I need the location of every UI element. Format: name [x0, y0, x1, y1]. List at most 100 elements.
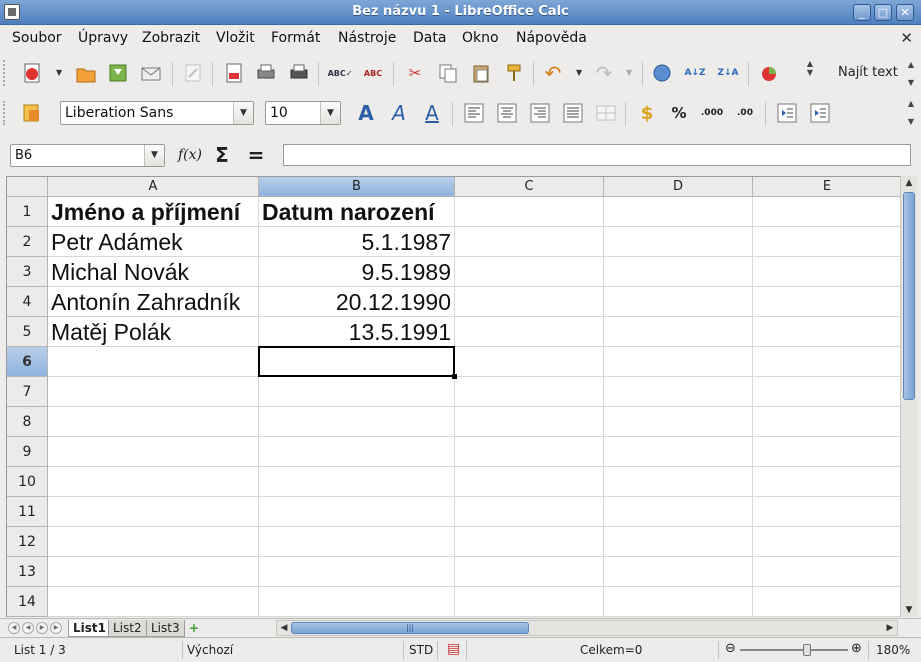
cell-c8[interactable] — [455, 407, 604, 437]
cell-e1[interactable] — [753, 197, 900, 227]
undo-icon[interactable]: ↶ — [541, 61, 565, 85]
cell-b8[interactable] — [259, 407, 455, 437]
paste-icon[interactable] — [469, 61, 493, 85]
cell-d4[interactable] — [604, 287, 753, 317]
prev-sheet-icon[interactable]: ◀ — [22, 622, 34, 634]
toolbar-overflow-icon[interactable]: ▲ ▼ — [804, 59, 816, 77]
cell-a8[interactable] — [48, 407, 259, 437]
print-preview-icon[interactable] — [287, 61, 311, 85]
cell-b5[interactable]: 13.5.1991 — [259, 317, 455, 347]
cell-a6[interactable] — [48, 347, 259, 377]
cell-a12[interactable] — [48, 527, 259, 557]
align-left-icon[interactable] — [462, 101, 486, 125]
undo-dropdown-icon[interactable]: ▼ — [576, 68, 582, 77]
menu-data[interactable]: Data — [413, 30, 446, 46]
cell-a1[interactable]: Jméno a příjmení — [48, 197, 259, 227]
cell-c10[interactable] — [455, 467, 604, 497]
italic-icon[interactable]: A — [387, 101, 411, 125]
row-header-12[interactable]: 12 — [7, 527, 48, 557]
row-header-5[interactable]: 5 — [7, 317, 48, 347]
copy-icon[interactable] — [436, 61, 460, 85]
cut-icon[interactable]: ✂ — [403, 61, 427, 85]
cell-c11[interactable] — [455, 497, 604, 527]
autospellcheck-icon[interactable]: ABC — [361, 61, 385, 85]
sort-descending-icon[interactable]: Z↓A — [716, 61, 740, 85]
cell-c2[interactable] — [455, 227, 604, 257]
cell-e5[interactable] — [753, 317, 900, 347]
row-header-11[interactable]: 11 — [7, 497, 48, 527]
chevron-down-icon[interactable]: ▼ — [233, 102, 253, 124]
cell-a14[interactable] — [48, 587, 259, 617]
cell-b14[interactable] — [259, 587, 455, 617]
row-header-6[interactable]: 6 — [7, 347, 48, 377]
minimize-button[interactable]: _ — [853, 4, 871, 21]
redo-dropdown-icon[interactable]: ▼ — [626, 68, 632, 77]
cell-e9[interactable] — [753, 437, 900, 467]
cell-c13[interactable] — [455, 557, 604, 587]
cell-e8[interactable] — [753, 407, 900, 437]
cell-a9[interactable] — [48, 437, 259, 467]
cell-d13[interactable] — [604, 557, 753, 587]
open-icon[interactable] — [74, 61, 98, 85]
column-header-c[interactable]: C — [455, 177, 604, 197]
menu-format[interactable]: Formát — [271, 30, 320, 46]
cell-d14[interactable] — [604, 587, 753, 617]
cell-d12[interactable] — [604, 527, 753, 557]
cell-d5[interactable] — [604, 317, 753, 347]
cell-b4[interactable]: 20.12.1990 — [259, 287, 455, 317]
zoom-in-icon[interactable]: ⊕ — [851, 641, 862, 656]
menu-nastroje[interactable]: Nástroje — [338, 30, 396, 46]
toolbar-scroll-icon[interactable]: ▲ ▼ — [905, 99, 917, 126]
font-name-combo[interactable]: Liberation Sans ▼ — [60, 101, 254, 125]
edit-file-icon[interactable] — [181, 61, 205, 85]
formula-input[interactable] — [283, 144, 911, 166]
row-header-1[interactable]: 1 — [7, 197, 48, 227]
increase-indent-icon[interactable] — [808, 101, 832, 125]
cell-e13[interactable] — [753, 557, 900, 587]
zoom-level[interactable]: 180% — [876, 643, 910, 657]
row-header-9[interactable]: 9 — [7, 437, 48, 467]
column-header-b[interactable]: B — [259, 177, 455, 197]
cell-d3[interactable] — [604, 257, 753, 287]
scroll-down-icon[interactable]: ▼ — [902, 603, 916, 617]
toolbar-grip[interactable] — [3, 60, 11, 86]
sum-icon[interactable]: Σ — [210, 143, 234, 167]
cell-e10[interactable] — [753, 467, 900, 497]
cell-c12[interactable] — [455, 527, 604, 557]
cell-d9[interactable] — [604, 437, 753, 467]
redo-icon[interactable]: ↷ — [592, 61, 616, 85]
row-header-7[interactable]: 7 — [7, 377, 48, 407]
cell-e2[interactable] — [753, 227, 900, 257]
find-text-label[interactable]: Najít text — [838, 65, 898, 80]
bold-icon[interactable]: A — [354, 101, 378, 125]
chevron-down-icon[interactable]: ▼ — [144, 145, 164, 166]
delete-decimal-icon[interactable]: .00 — [733, 101, 757, 125]
menu-okno[interactable]: Okno — [462, 30, 499, 46]
sheet-tab-list1[interactable]: List1 — [68, 620, 111, 637]
row-header-8[interactable]: 8 — [7, 407, 48, 437]
formula-equals-icon[interactable]: = — [244, 143, 268, 167]
add-sheet-icon[interactable]: + — [186, 621, 202, 635]
scroll-right-icon[interactable]: ▶ — [883, 621, 897, 635]
cell-c5[interactable] — [455, 317, 604, 347]
menu-vlozit[interactable]: Vložit — [216, 30, 255, 46]
clone-formatting-icon[interactable] — [502, 61, 526, 85]
zoom-out-icon[interactable]: ⊖ — [725, 641, 736, 656]
justify-icon[interactable] — [561, 101, 585, 125]
row-header-2[interactable]: 2 — [7, 227, 48, 257]
cell-d7[interactable] — [604, 377, 753, 407]
name-box[interactable]: B6 ▼ — [10, 144, 165, 167]
row-header-14[interactable]: 14 — [7, 587, 48, 617]
vertical-scrollbar[interactable]: ▲ ▼ — [900, 176, 917, 617]
chevron-down-icon[interactable]: ▼ — [320, 102, 340, 124]
cell-a7[interactable] — [48, 377, 259, 407]
cell-c9[interactable] — [455, 437, 604, 467]
decrease-indent-icon[interactable] — [775, 101, 799, 125]
cell-b6[interactable] — [259, 347, 455, 377]
column-header-d[interactable]: D — [604, 177, 753, 197]
new-dropdown-icon[interactable]: ▼ — [56, 68, 62, 77]
close-window-button[interactable]: ✕ — [896, 4, 914, 21]
cell-a2[interactable]: Petr Adámek — [48, 227, 259, 257]
cell-b10[interactable] — [259, 467, 455, 497]
cell-d1[interactable] — [604, 197, 753, 227]
